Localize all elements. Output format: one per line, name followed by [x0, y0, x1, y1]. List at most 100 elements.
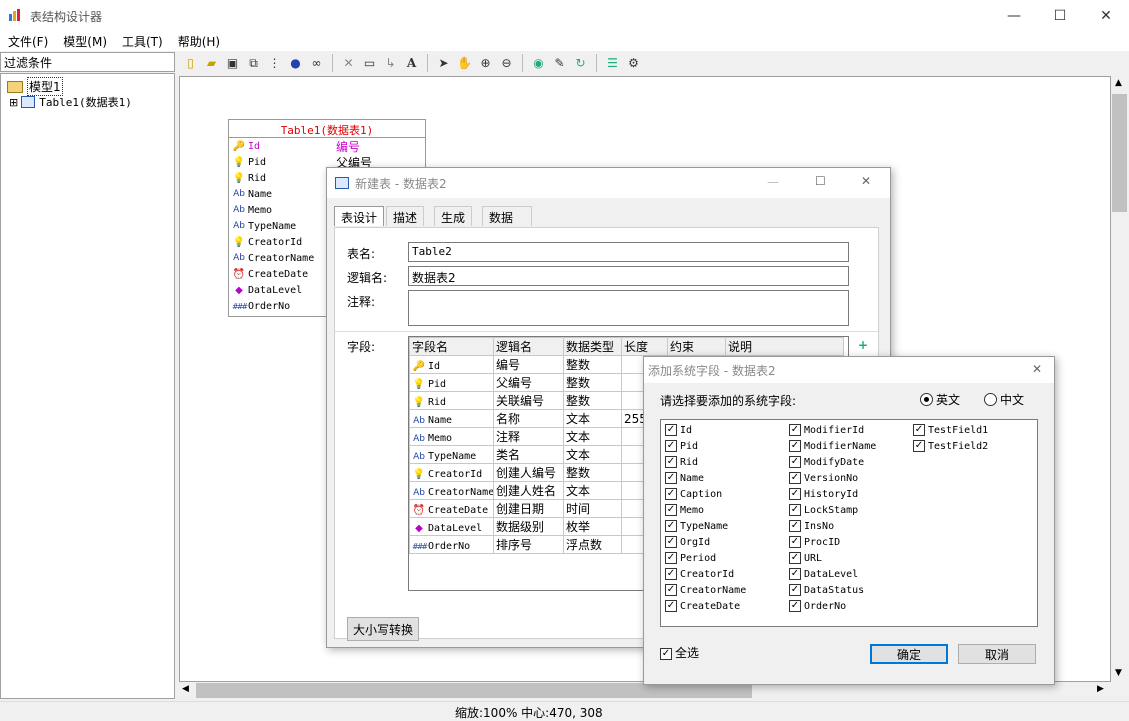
- cell-type[interactable]: 文本: [563, 445, 622, 464]
- cell-logical[interactable]: 创建人姓名: [493, 481, 564, 500]
- cell-type[interactable]: 文本: [563, 427, 622, 446]
- system-field-checkbox[interactable]: ✓ CreatorName: [665, 582, 746, 598]
- radio-chinese[interactable]: 中文: [984, 391, 1024, 408]
- column-header[interactable]: 字段名: [409, 337, 494, 356]
- system-field-checkbox[interactable]: ✓ ProcID: [789, 534, 876, 550]
- system-field-checkbox[interactable]: ✓ OrderNo: [789, 598, 876, 614]
- system-field-checkbox[interactable]: ✓ OrgId: [665, 534, 746, 550]
- filter-label[interactable]: 过滤条件: [0, 52, 175, 72]
- system-field-checkbox[interactable]: ✓ VersionNo: [789, 470, 876, 486]
- close-button[interactable]: ✕: [1032, 362, 1042, 376]
- scroll-thumb[interactable]: [1112, 94, 1127, 212]
- tree-item-table1[interactable]: ⊞ Table1(数据表1): [9, 94, 132, 110]
- system-field-checkbox[interactable]: ✓ TestField1: [913, 422, 988, 438]
- tab-data[interactable]: 数据: [482, 206, 532, 226]
- system-field-checkbox[interactable]: ✓ Caption: [665, 486, 746, 502]
- maximize-button[interactable]: ☐: [815, 174, 826, 188]
- globe-icon[interactable]: ●: [285, 53, 306, 73]
- cell-field-name[interactable]: Ab TypeName: [409, 445, 494, 464]
- cell-field-name[interactable]: ◆ DataLevel: [409, 517, 494, 536]
- menu-model[interactable]: 模型(M): [55, 31, 114, 51]
- case-convert-button[interactable]: 大小写转换: [347, 617, 419, 641]
- new-icon[interactable]: ▯: [180, 53, 201, 73]
- cell-type[interactable]: 枚举: [563, 517, 622, 536]
- cancel-button[interactable]: 取消: [958, 644, 1036, 664]
- system-field-checkbox[interactable]: ✓ Period: [665, 550, 746, 566]
- table-icon[interactable]: ▭: [359, 53, 380, 73]
- cell-logical[interactable]: 名称: [493, 409, 564, 428]
- cell-logical[interactable]: 创建日期: [493, 499, 564, 518]
- hand-icon[interactable]: ✋: [454, 53, 475, 73]
- copy-icon[interactable]: ⧉: [243, 53, 264, 73]
- system-field-checkbox[interactable]: ✓ Rid: [665, 454, 746, 470]
- add-field-icon[interactable]: ☰: [602, 53, 623, 73]
- close-button[interactable]: ✕: [1083, 0, 1129, 31]
- cell-logical[interactable]: 数据级别: [493, 517, 564, 536]
- expand-icon[interactable]: ⊞: [9, 96, 18, 109]
- open-icon[interactable]: ▰: [201, 53, 222, 73]
- scroll-left-icon[interactable]: ◀: [182, 684, 189, 694]
- cell-logical[interactable]: 类名: [493, 445, 564, 464]
- cell-field-name[interactable]: 🔑 Id: [409, 355, 494, 374]
- cell-field-name[interactable]: Ab CreatorName: [409, 481, 494, 500]
- cell-type[interactable]: 时间: [563, 499, 622, 518]
- system-field-checkbox[interactable]: ✓ Pid: [665, 438, 746, 454]
- close-button[interactable]: ✕: [861, 174, 871, 188]
- minimize-button[interactable]: —: [991, 0, 1037, 31]
- column-header[interactable]: 数据类型: [563, 337, 622, 356]
- system-field-checkbox[interactable]: ✓ DataStatus: [789, 582, 876, 598]
- cell-type[interactable]: 整数: [563, 355, 622, 374]
- scroll-right-icon[interactable]: ▶: [1097, 684, 1104, 694]
- text-icon[interactable]: A: [401, 53, 422, 73]
- link-icon[interactable]: ↳: [380, 53, 401, 73]
- column-header[interactable]: 说明: [725, 337, 844, 356]
- ok-button[interactable]: 确定: [870, 644, 948, 664]
- save-icon[interactable]: ▣: [222, 53, 243, 73]
- select-all-checkbox[interactable]: ✓ 全选: [660, 644, 699, 661]
- menu-help[interactable]: 帮助(H): [170, 31, 227, 51]
- system-field-checkbox[interactable]: ✓ InsNo: [789, 518, 876, 534]
- tree-icon[interactable]: ⋮: [264, 53, 285, 73]
- system-field-checkbox[interactable]: ✓ HistoryId: [789, 486, 876, 502]
- cell-field-name[interactable]: 💡 Rid: [409, 391, 494, 410]
- scroll-thumb[interactable]: [196, 683, 752, 698]
- cell-field-name[interactable]: 💡 Pid: [409, 373, 494, 392]
- cell-logical[interactable]: 父编号: [493, 373, 564, 392]
- system-field-checkbox[interactable]: ✓ CreatorId: [665, 566, 746, 582]
- cell-logical[interactable]: 排序号: [493, 535, 564, 554]
- cell-logical[interactable]: 编号: [493, 355, 564, 374]
- system-field-checkbox[interactable]: ✓ ModifierId: [789, 422, 876, 438]
- zoom-in-icon[interactable]: ⊕: [475, 53, 496, 73]
- comment-input[interactable]: [408, 290, 849, 326]
- tab-generate[interactable]: 生成: [434, 206, 473, 226]
- column-header[interactable]: 逻辑名: [493, 337, 564, 356]
- menu-file[interactable]: 文件(F): [0, 31, 55, 51]
- cell-type[interactable]: 整数: [563, 373, 622, 392]
- menu-tools[interactable]: 工具(T): [114, 31, 170, 51]
- system-field-checkbox[interactable]: ✓ Memo: [665, 502, 746, 518]
- minimize-button[interactable]: —: [767, 175, 779, 189]
- tab-design[interactable]: 表设计: [334, 206, 385, 226]
- cell-field-name[interactable]: 💡 CreatorId: [409, 463, 494, 482]
- column-header[interactable]: 约束: [667, 337, 726, 356]
- cell-field-name[interactable]: Ab Name: [409, 409, 494, 428]
- add-row-icon[interactable]: +: [858, 338, 868, 352]
- cell-field-name[interactable]: ⏰ CreateDate: [409, 499, 494, 518]
- column-header[interactable]: 长度: [621, 337, 668, 356]
- cell-type[interactable]: 整数: [563, 391, 622, 410]
- logical-name-input[interactable]: 数据表2: [408, 266, 849, 286]
- system-field-checkbox[interactable]: ✓ DataLevel: [789, 566, 876, 582]
- cell-field-name[interactable]: ### OrderNo: [409, 535, 494, 554]
- system-field-checkbox[interactable]: ✓ CreateDate: [665, 598, 746, 614]
- refresh-icon[interactable]: ↻: [570, 53, 591, 73]
- eye-icon[interactable]: ◉: [528, 53, 549, 73]
- system-field-checkbox[interactable]: ✓ URL: [789, 550, 876, 566]
- cell-logical[interactable]: 注释: [493, 427, 564, 446]
- radio-english[interactable]: 英文: [920, 391, 960, 408]
- system-field-checkbox[interactable]: ✓ ModifyDate: [789, 454, 876, 470]
- cell-logical[interactable]: 创建人编号: [493, 463, 564, 482]
- cell-field-name[interactable]: Ab Memo: [409, 427, 494, 446]
- properties-icon[interactable]: ⚙: [623, 53, 644, 73]
- maximize-button[interactable]: ☐: [1037, 0, 1083, 31]
- delete-icon[interactable]: ✕: [338, 53, 359, 73]
